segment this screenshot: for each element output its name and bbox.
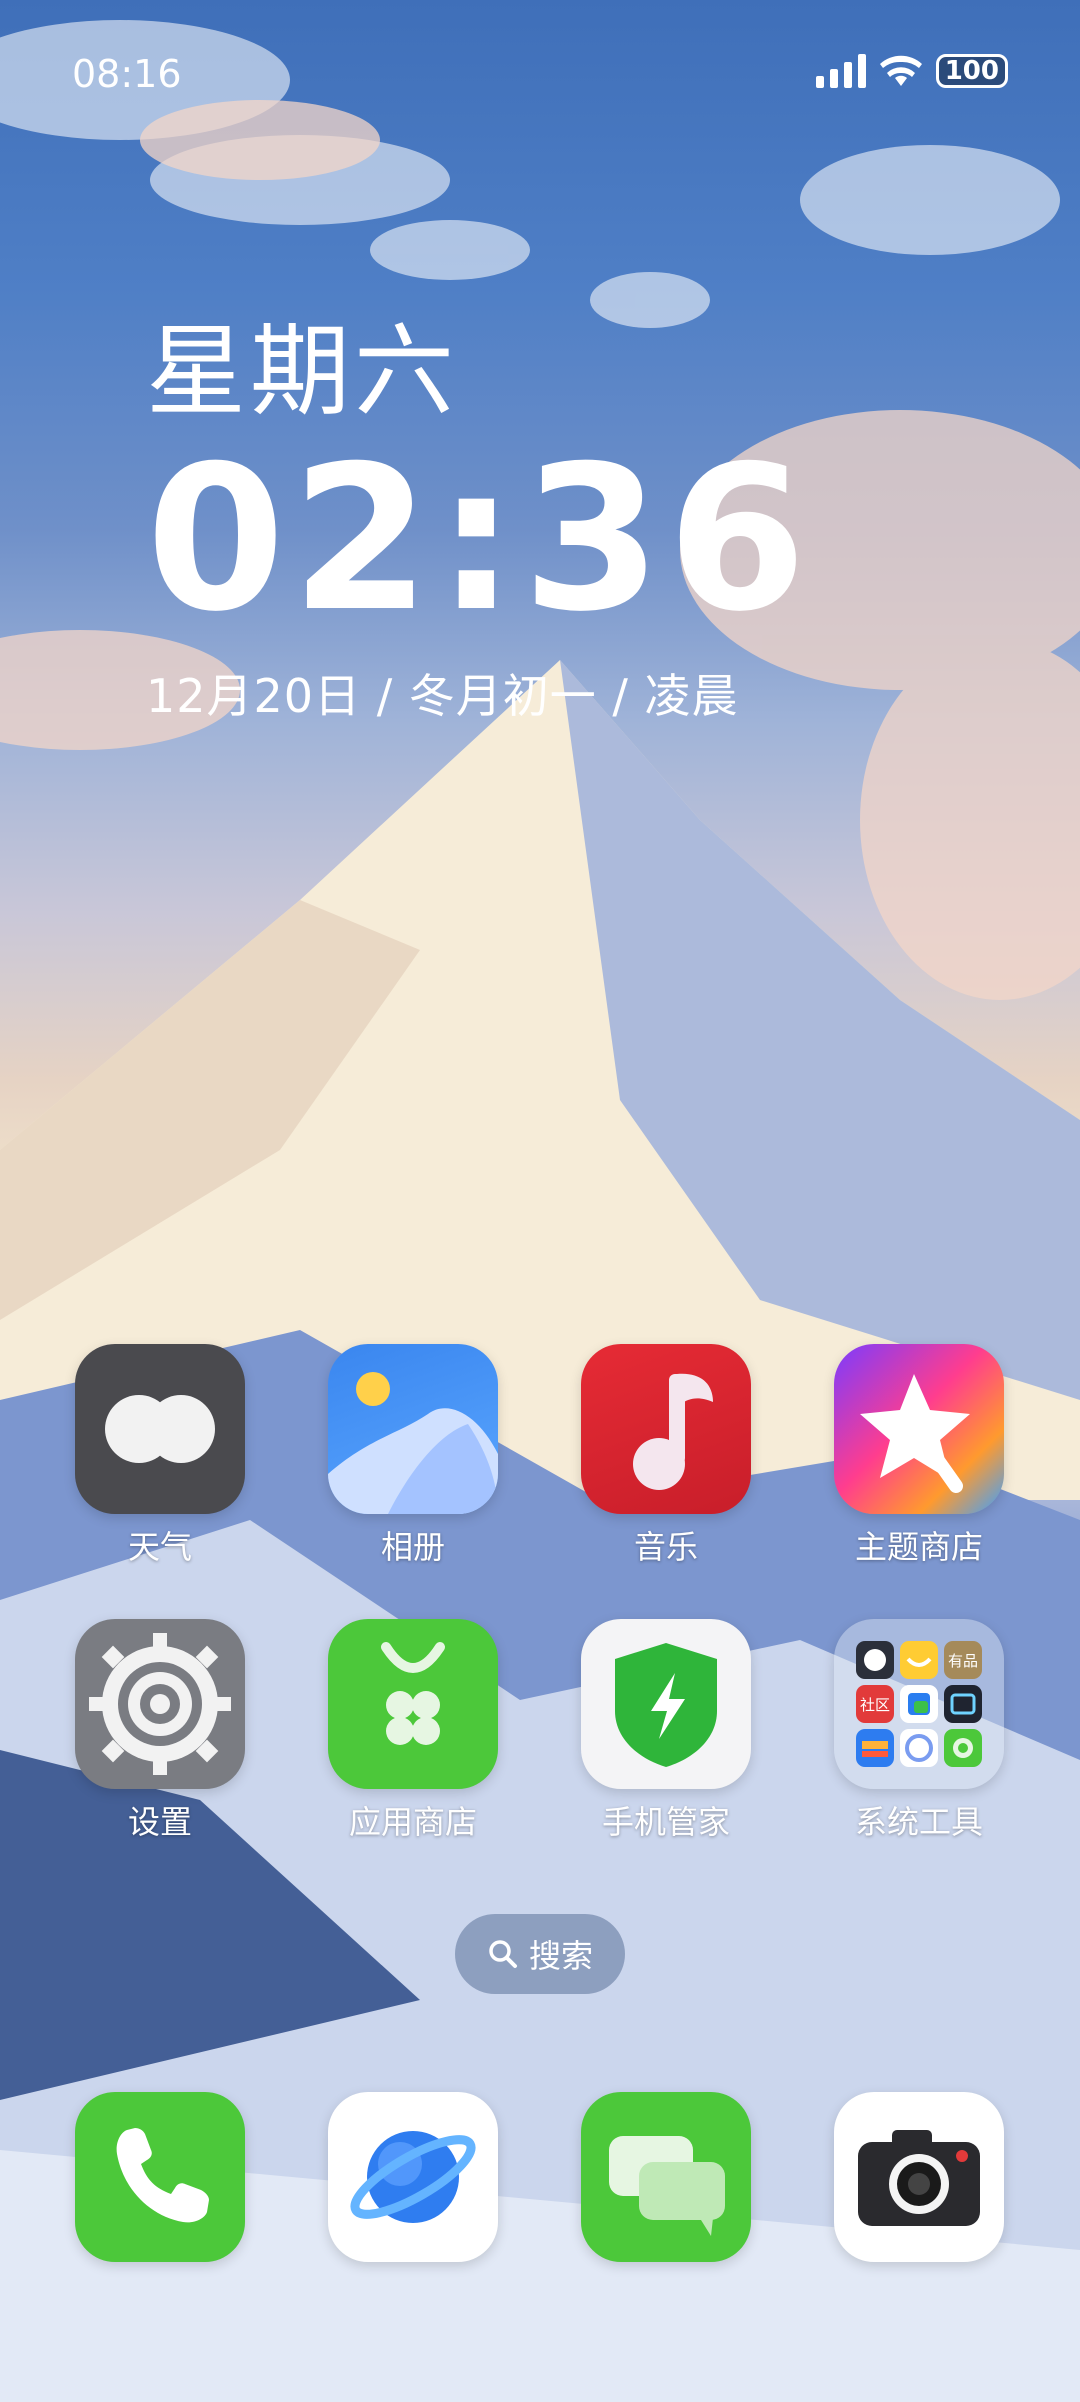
app-store-icon xyxy=(328,1619,498,1789)
youpin-mini-label: 有品 xyxy=(948,1652,978,1670)
app-label: 应用商店 xyxy=(348,1803,477,1841)
camera-icon xyxy=(834,2092,1004,2262)
app-gallery[interactable]: 相册 xyxy=(313,1344,513,1568)
messages-icon xyxy=(581,2092,751,2262)
app-label: 手机管家 xyxy=(601,1803,730,1841)
theme-store-icon xyxy=(834,1344,1004,1514)
clock-time: 02:36 xyxy=(146,423,813,656)
weather-icon xyxy=(75,1344,245,1514)
date-line: 12月20日 / 冬月初一 / 凌晨 xyxy=(146,669,739,723)
phone-icon xyxy=(75,2092,245,2262)
app-security[interactable]: 手机管家 xyxy=(566,1619,766,1843)
music-icon xyxy=(581,1344,751,1514)
folder-system-tools[interactable]: 有品 社区 系统工具 xyxy=(819,1619,1019,1843)
clock-widget[interactable]: 星期六 02:36 12月20日 / 冬月初一 / 凌晨 xyxy=(146,322,813,726)
weekday: 星期六 xyxy=(146,313,458,430)
app-theme-store[interactable]: 主题商店 xyxy=(819,1344,1019,1568)
search-icon xyxy=(489,1940,517,1968)
status-time: 08:16 xyxy=(72,52,182,96)
app-label: 天气 xyxy=(127,1528,192,1566)
security-shield-icon xyxy=(581,1619,751,1789)
search-label: 搜索 xyxy=(528,1937,593,1975)
settings-gear-icon xyxy=(75,1619,245,1789)
folder-icon: 有品 社区 xyxy=(834,1619,1004,1789)
app-label: 设置 xyxy=(127,1803,192,1841)
gallery-icon xyxy=(328,1344,498,1514)
cellular-signal-icon xyxy=(815,54,866,88)
dock-messages[interactable] xyxy=(566,2092,766,2262)
app-label: 相册 xyxy=(380,1528,445,1566)
app-label: 系统工具 xyxy=(854,1803,983,1841)
community-mini-label: 社区 xyxy=(860,1696,890,1714)
app-weather[interactable]: 天气 xyxy=(60,1344,260,1568)
app-store[interactable]: 应用商店 xyxy=(313,1619,513,1843)
search-button[interactable]: 搜索 xyxy=(455,1914,625,1994)
app-label: 主题商店 xyxy=(854,1528,983,1566)
app-music[interactable]: 音乐 xyxy=(566,1344,766,1568)
browser-icon xyxy=(328,2092,498,2262)
status-bar: 08:16 100 xyxy=(0,0,1080,150)
dock-browser[interactable] xyxy=(313,2092,513,2262)
battery-indicator: 100 xyxy=(935,54,1008,88)
dock-camera[interactable] xyxy=(819,2092,1019,2262)
dock-phone[interactable] xyxy=(60,2092,260,2262)
app-settings[interactable]: 设置 xyxy=(60,1619,260,1843)
wifi-icon xyxy=(879,55,922,86)
app-label: 音乐 xyxy=(633,1528,698,1566)
